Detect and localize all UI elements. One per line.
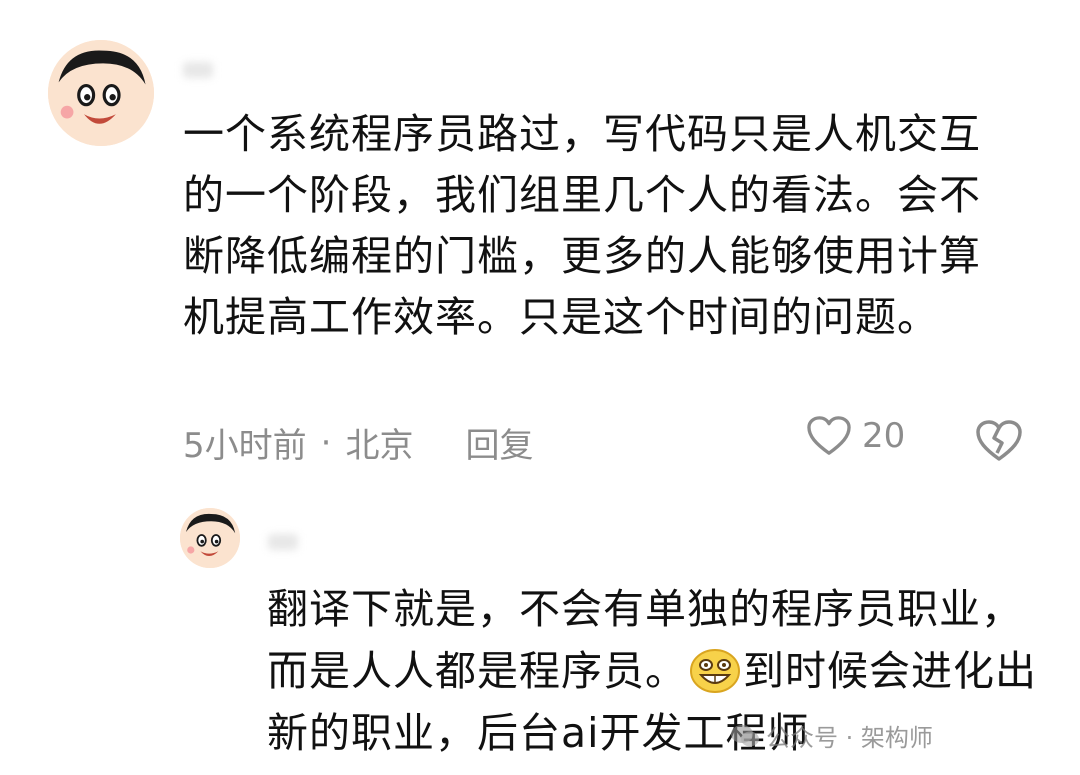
- like-button[interactable]: 20: [806, 415, 905, 457]
- heart-outline-icon: [807, 416, 851, 455]
- comment-time: 5小时前: [183, 426, 307, 466]
- broken-heart-icon: [976, 420, 1022, 461]
- commenter-username-blurred: [183, 62, 213, 78]
- commenter-avatar[interactable]: [48, 40, 154, 146]
- replier-username-blurred: [268, 534, 298, 550]
- comment-location: 北京: [345, 426, 414, 466]
- dislike-button[interactable]: [975, 419, 1023, 463]
- wechat-icon: [731, 724, 759, 746]
- reply-button[interactable]: 回复: [465, 418, 533, 467]
- watermark: 公众号 · 架构师: [730, 718, 933, 753]
- comment-meta: 5小时前 · 北京 回复: [183, 418, 533, 467]
- replier-avatar[interactable]: [180, 508, 240, 568]
- comment-text: 一个系统程序员路过，写代码只是人机交互的一个阶段，我们组里几个人的看法。会不断降…: [183, 110, 981, 341]
- watermark-text: 公众号 · 架构师: [766, 724, 933, 752]
- meta-separator: ·: [320, 422, 332, 463]
- like-count: 20: [862, 416, 906, 456]
- grinning-face-emoji-icon: [689, 647, 741, 695]
- reply-text: 翻译下就是，不会有单独的程序员职业，而是人人都是程序员。 到时候会进化出新的职业…: [267, 578, 1057, 764]
